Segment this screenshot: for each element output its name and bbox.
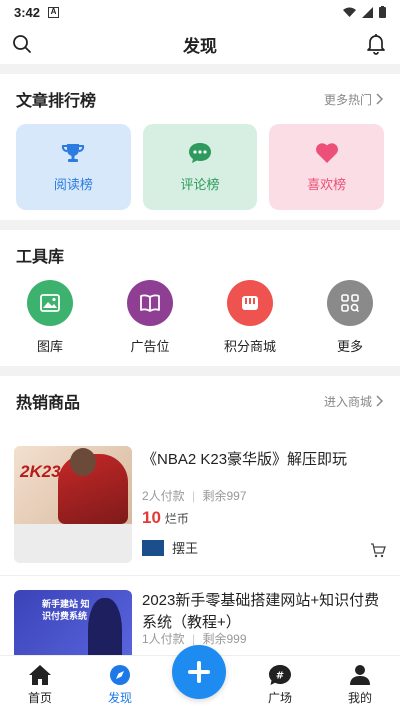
bell-icon[interactable] — [366, 33, 386, 60]
section-title: 工具库 — [16, 249, 65, 266]
top-bar: 发现 — [0, 24, 400, 64]
tab-discover-label: 发现 — [107, 691, 132, 705]
tab-home-label: 首页 — [27, 691, 52, 705]
enter-shop-label: 进入商城 — [323, 394, 372, 409]
tab-home[interactable]: 首页 — [0, 656, 80, 711]
notification-badge: A — [48, 6, 60, 18]
battery-icon — [379, 6, 386, 18]
chevron-right-icon — [376, 93, 384, 105]
page-title: 发现 — [183, 36, 217, 56]
tool-more[interactable]: 更多 — [310, 280, 390, 355]
compass-icon — [110, 665, 130, 685]
thumbnail-text: 2K23 — [20, 462, 61, 481]
rank-read-label: 阅读榜 — [53, 176, 93, 192]
create-post-button[interactable] — [172, 645, 226, 699]
section-title: 文章排行榜 — [16, 93, 97, 110]
rank-like-label: 喜欢榜 — [307, 176, 347, 192]
tab-mine[interactable]: 我的 — [320, 656, 400, 711]
rank-like-card[interactable]: 喜欢榜 — [269, 124, 385, 210]
tab-discover[interactable]: 发现 — [80, 656, 160, 711]
tools-section: 工具库 图库 广告位 积分商城 更多 — [0, 230, 400, 366]
product-stock: 剩余999 — [202, 632, 247, 646]
product-sales: 1人付款 | 剩余999 — [142, 632, 247, 646]
home-icon — [29, 665, 51, 685]
grid-icon — [327, 280, 373, 326]
price-unit: 烂币 — [164, 512, 189, 526]
tool-ad-slot[interactable]: 广告位 — [110, 280, 190, 355]
thumbnail-text: 新手建站 知识付费系统 — [42, 599, 90, 621]
more-hot-link[interactable]: 更多热门 — [324, 91, 384, 108]
seller-row: 摆王 — [142, 538, 386, 557]
rank-read-card[interactable]: 阅读榜 — [16, 124, 131, 210]
tab-mine-label: 我的 — [347, 691, 372, 705]
wifi-icon — [343, 7, 356, 17]
divider — [0, 575, 400, 576]
book-icon — [127, 280, 173, 326]
status-bar: 3:42 A — [0, 0, 400, 24]
seller-avatar — [142, 539, 164, 556]
hot-products-section: 热销商品 进入商城 2K23 《NBA2 K23豪华版》解压即玩 2人付款 | … — [0, 376, 400, 655]
tool-gallery[interactable]: 图库 — [10, 280, 90, 355]
svg-text:#: # — [276, 671, 284, 682]
product-title: 《NBA2 K23豪华版》解压即玩 — [142, 451, 348, 468]
tool-points-shop-label: 积分商城 — [223, 339, 276, 354]
tool-points-shop[interactable]: 积分商城 — [210, 280, 290, 355]
product-buyers: 1人付款 — [142, 632, 185, 646]
product-sales: 2人付款 | 剩余997 — [142, 489, 247, 503]
tab-square-label: 广场 — [267, 691, 292, 705]
tool-ad-slot-label: 广告位 — [130, 339, 170, 354]
product-thumbnail: 新手建站 知识付费系统 — [14, 590, 132, 655]
product-price-row: 10 烂币 — [142, 508, 386, 528]
product-buyers: 2人付款 — [142, 489, 185, 503]
product-price: 10 — [142, 508, 161, 527]
cart-icon[interactable] — [370, 542, 386, 558]
product-thumbnail: 2K23 — [14, 446, 132, 563]
image-icon — [27, 280, 73, 326]
enter-shop-link[interactable]: 进入商城 — [324, 393, 384, 410]
chevron-right-icon — [376, 395, 384, 407]
hash-bubble-icon: # — [269, 665, 291, 685]
seller-name: 摆王 — [172, 541, 199, 556]
section-title: 热销商品 — [16, 395, 81, 412]
signal-icon — [362, 6, 373, 18]
tab-square[interactable]: # 广场 — [240, 656, 320, 711]
rank-comment-card[interactable]: 评论榜 — [142, 124, 258, 210]
article-rank-section: 文章排行榜 更多热门 阅读榜 评论榜 喜欢榜 — [0, 74, 400, 220]
heart-icon — [315, 142, 338, 163]
status-icons — [343, 6, 386, 18]
trophy-icon — [62, 143, 85, 162]
product-stock: 剩余997 — [202, 489, 247, 503]
status-time: 3:42 — [14, 4, 41, 20]
tool-more-label: 更多 — [336, 339, 363, 354]
rank-comment-label: 评论榜 — [180, 176, 220, 192]
product-title: 2023新手零基础搭建网站+知识付费系统（教程+） — [142, 592, 380, 631]
tool-gallery-label: 图库 — [36, 339, 63, 354]
plus-icon — [188, 661, 210, 683]
shop-icon — [227, 280, 273, 326]
user-icon — [350, 665, 370, 685]
more-hot-label: 更多热门 — [323, 92, 372, 107]
chat-bubble-icon — [189, 142, 211, 163]
product-item[interactable]: 2K23 《NBA2 K23豪华版》解压即玩 2人付款 | 剩余997 10 烂币… — [0, 446, 400, 563]
search-icon[interactable] — [12, 34, 32, 59]
